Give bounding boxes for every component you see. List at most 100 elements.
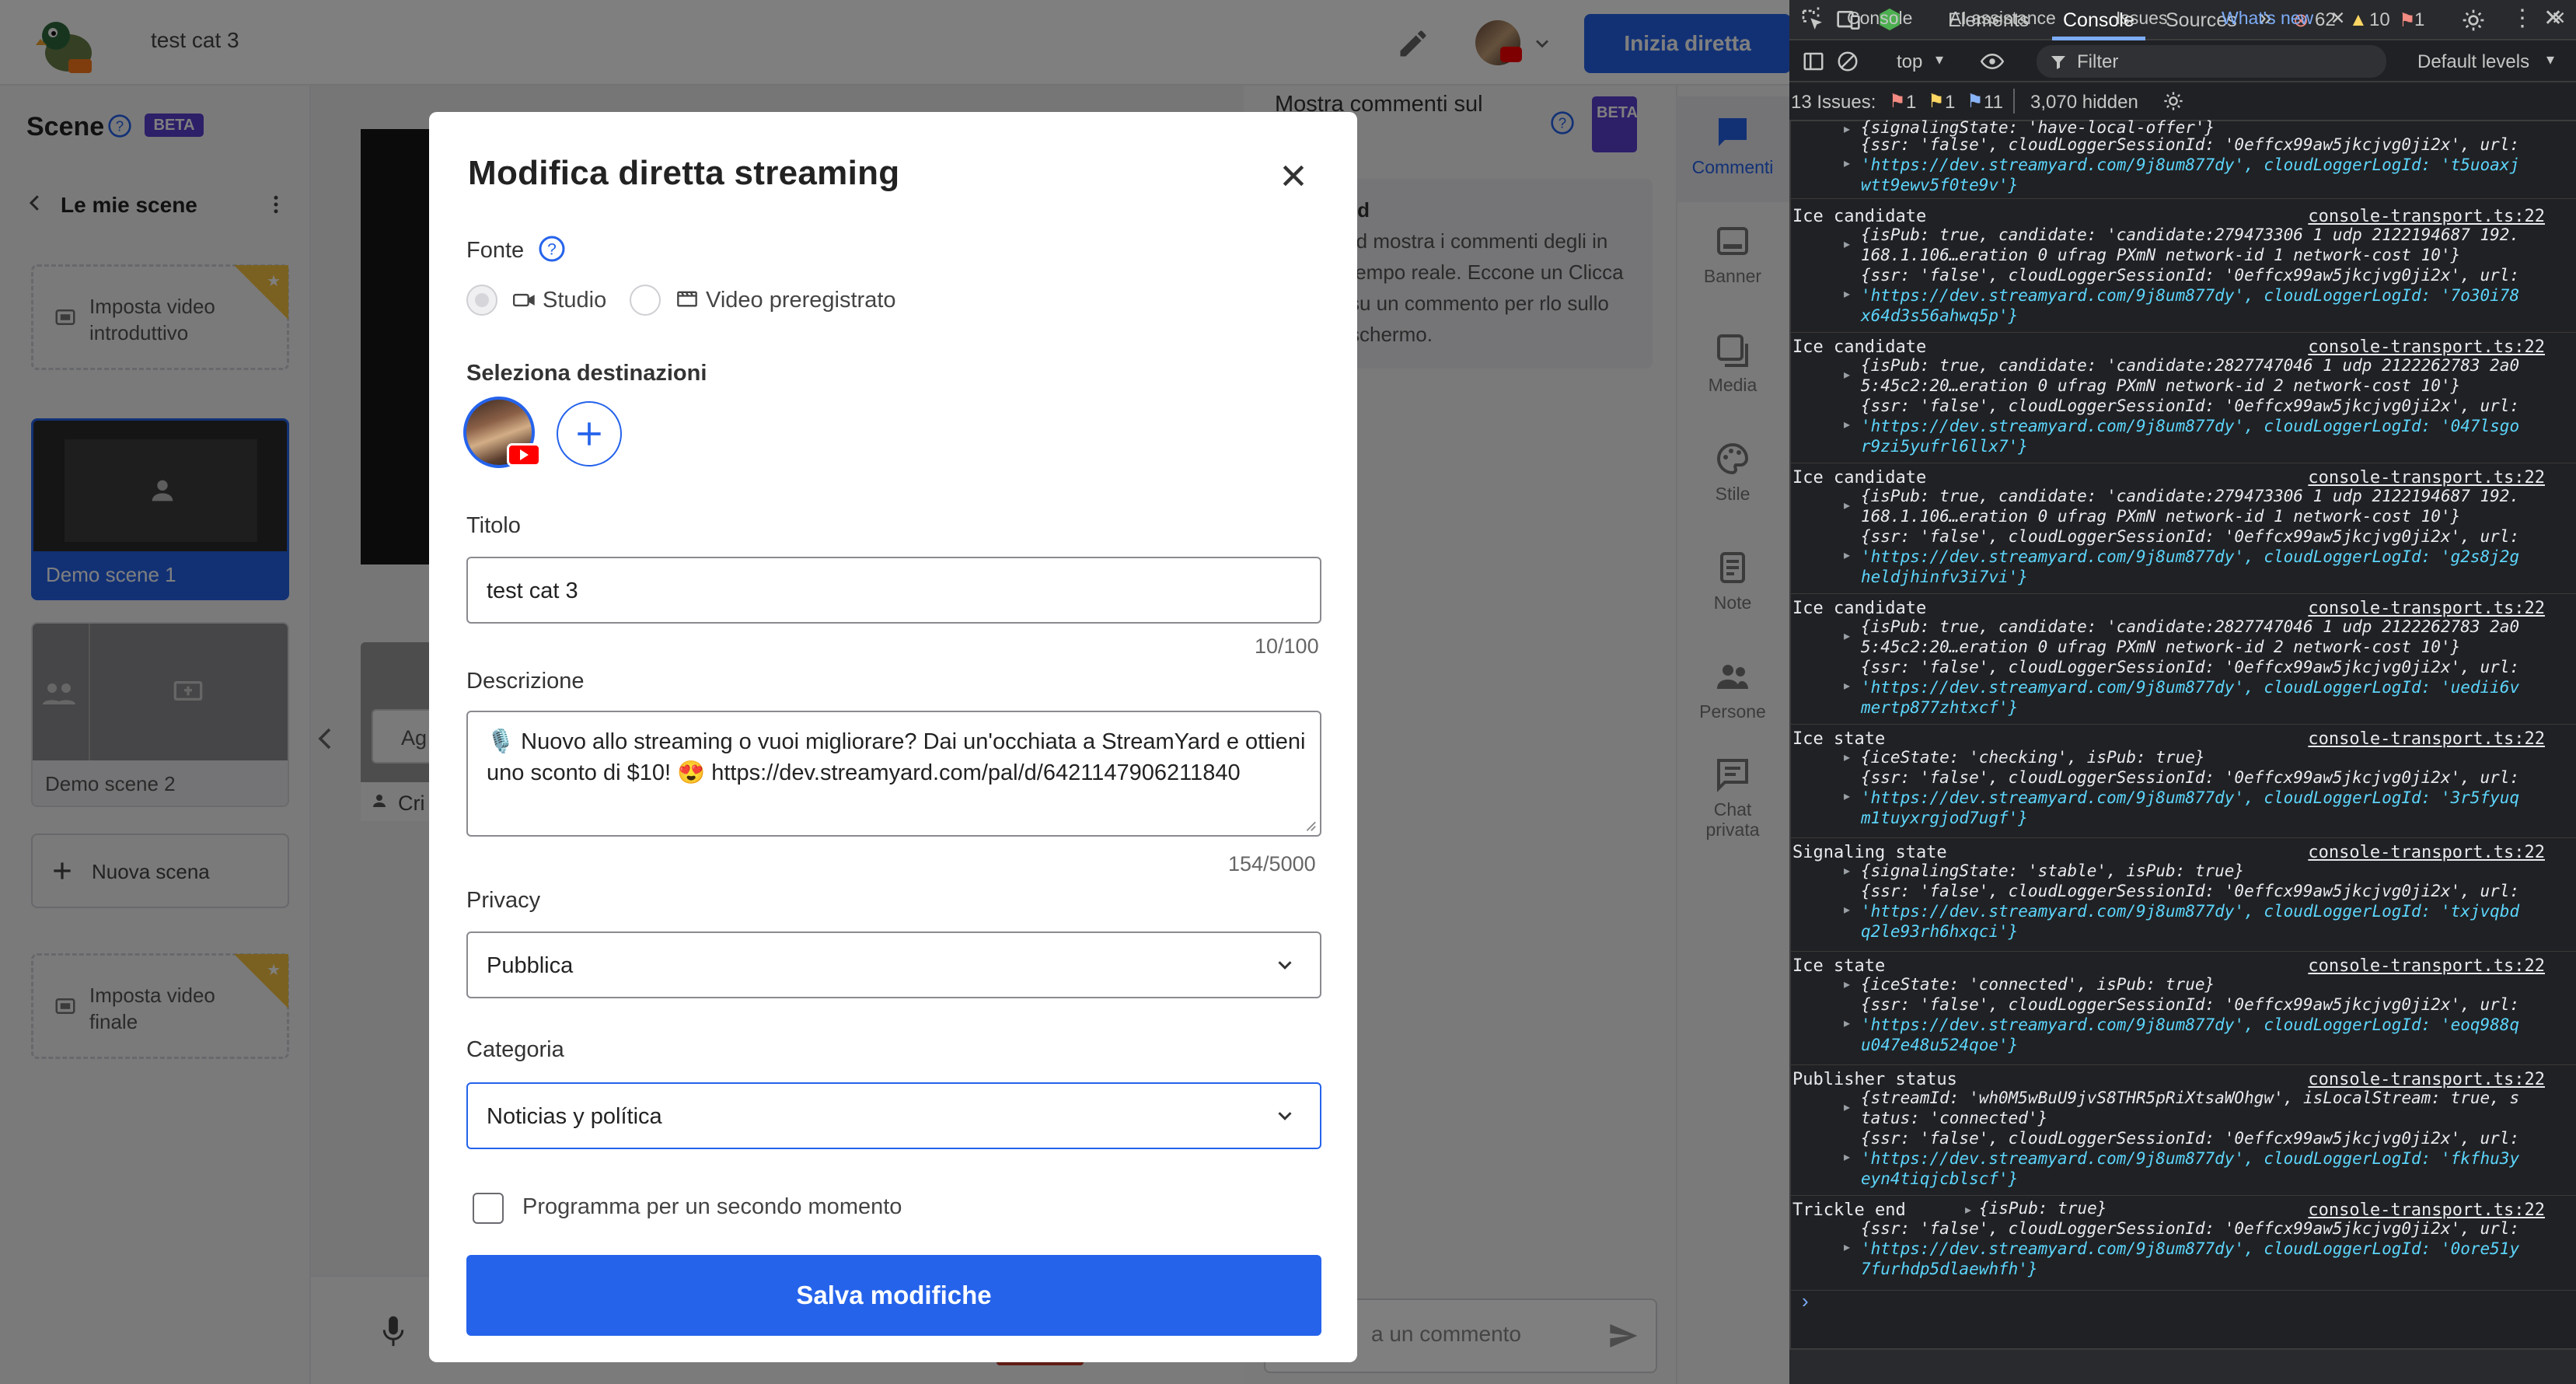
expand-triangle-icon[interactable]: ▸ [1844, 367, 1850, 383]
gear-icon[interactable] [2461, 8, 2486, 33]
expand-triangle-icon[interactable]: ▸ [1844, 1099, 1850, 1115]
expand-triangle-icon[interactable]: ▸ [1844, 121, 1850, 137]
context-selector[interactable]: top [1897, 51, 1922, 73]
console-message[interactable]: Ice state console-transport.ts:22 ▸ {ice… [1789, 726, 2576, 838]
console-message[interactable]: Ice candidate console-transport.ts:22 ▸ … [1789, 204, 2576, 333]
log-line: {streamId: 'wh0M5wBuU9jvS8THR5pRiXtsaWOh… [1861, 1089, 2520, 1107]
clear-console-icon[interactable] [1836, 50, 1859, 73]
expand-triangle-icon[interactable]: ▸ [1844, 286, 1850, 302]
log-line: x64d3s56ahwq5p'} [1861, 306, 2019, 325]
log-line: {ssr: 'false', cloudLoggerSessionId: '0e… [1861, 1219, 2520, 1238]
issues-error-count[interactable]: 1 [1906, 92, 1916, 114]
schedule-checkbox[interactable] [473, 1193, 504, 1224]
drawer-tab-console[interactable]: Console [1847, 8, 1912, 29]
log-source-link[interactable]: console-transport.ts:22 [2308, 1070, 2545, 1089]
console-message[interactable]: Ice candidate console-transport.ts:22 ▸ … [1789, 334, 2576, 463]
caret-down-icon[interactable]: ▾ [1935, 50, 1943, 69]
log-source-link[interactable]: console-transport.ts:22 [2308, 599, 2545, 618]
console-message[interactable]: Ice candidate console-transport.ts:22 ▸ … [1789, 465, 2576, 594]
issue-badge-count[interactable]: 1 [2414, 9, 2424, 31]
title-input[interactable]: test cat 3 [466, 557, 1321, 624]
expand-triangle-icon[interactable]: ▸ [1844, 628, 1850, 644]
expand-triangle-icon[interactable]: ▸ [1844, 417, 1850, 432]
privacy-select[interactable]: Pubblica [466, 931, 1321, 998]
drawer-tab-whats-new[interactable]: What's new [2222, 8, 2313, 29]
save-changes-button[interactable]: Salva modifiche [466, 1255, 1321, 1336]
expand-triangle-icon[interactable]: ▸ [1844, 1149, 1850, 1165]
warning-icon[interactable]: ▲ [2349, 9, 2368, 31]
expand-triangle-icon[interactable]: ▸ [1844, 236, 1850, 252]
schedule-label[interactable]: Programma per un secondo momento [522, 1194, 902, 1220]
resize-handle-icon[interactable] [1303, 818, 1317, 832]
log-title: Signaling state [1792, 843, 1947, 862]
kebab-menu-icon[interactable]: ⋮ [1808, 3, 1828, 27]
expand-triangle-icon[interactable]: ▸ [1844, 750, 1850, 765]
log-line: 'https://dev.streamyard.com/9j8um877dy',… [1861, 286, 2520, 305]
log-source-link[interactable]: console-transport.ts:22 [2308, 468, 2545, 488]
close-icon[interactable]: ✕ [2330, 8, 2345, 29]
expand-triangle-icon[interactable]: ▸ [1844, 678, 1850, 694]
expand-triangle-icon[interactable]: ▸ [1844, 902, 1850, 917]
log-source-link[interactable]: console-transport.ts:22 [2308, 337, 2545, 357]
console-message[interactable]: Publisher status console-transport.ts:22… [1789, 1067, 2576, 1196]
issues-warning-count[interactable]: 1 [1945, 92, 1955, 114]
warning-count[interactable]: 10 [2369, 9, 2390, 31]
log-line: {signalingState: 'stable', isPub: true} [1861, 862, 2245, 880]
expand-triangle-icon[interactable]: ▸ [1844, 788, 1850, 804]
expand-triangle-icon[interactable]: ▸ [1844, 977, 1850, 992]
log-line: 'https://dev.streamyard.com/9j8um877dy',… [1861, 1015, 2520, 1034]
source-radio-prerecorded[interactable] [630, 285, 661, 316]
log-line: {ssr: 'false', cloudLoggerSessionId: '0e… [1861, 397, 2520, 415]
log-source-link[interactable]: console-transport.ts:22 [2308, 207, 2545, 226]
console-message[interactable]: Ice candidate console-transport.ts:22 ▸ … [1789, 596, 2576, 725]
log-line: {ssr: 'false', cloudLoggerSessionId: '0e… [1861, 527, 2520, 546]
kebab-menu-icon[interactable]: ⋮ [2511, 5, 2534, 32]
caret-down-icon[interactable]: ▾ [2546, 50, 2554, 69]
drawer-tab-issues[interactable]: Issues [2116, 8, 2167, 29]
console-prompt-icon[interactable]: › [1802, 1289, 1809, 1313]
log-line: {isPub: true} [1979, 1199, 2107, 1218]
source-radio-studio[interactable] [466, 285, 497, 316]
drawer-tab-ai-assistance[interactable]: AI assistance [1949, 8, 2056, 29]
source-prerecorded-label: Video preregistrato [706, 288, 896, 313]
console-message[interactable]: Signaling state console-transport.ts:22 … [1789, 840, 2576, 952]
log-line: {ssr: 'false', cloudLoggerSessionId: '0e… [1861, 1129, 2520, 1148]
log-line: 'https://dev.streamyard.com/9j8um877dy',… [1861, 902, 2520, 921]
log-title: Ice state [1792, 956, 1886, 976]
close-icon[interactable] [1278, 160, 1309, 191]
expand-triangle-icon[interactable]: ▸ [1844, 547, 1850, 563]
expand-triangle-icon[interactable]: ▸ [1844, 863, 1850, 879]
log-line: {iceState: 'connected', isPub: true} [1861, 975, 2215, 994]
issues-info-count[interactable]: 11 [1984, 92, 2003, 114]
sidebar-toggle-icon[interactable] [1802, 50, 1825, 73]
category-select[interactable]: Noticias y política [466, 1082, 1321, 1149]
console-message[interactable]: Trickle end console-transport.ts:22 ▸ {i… [1789, 1197, 2576, 1291]
close-drawer-icon[interactable]: ✕ [2551, 8, 2566, 29]
description-value: 🎙️ Nuovo allo streaming o vuoi migliorar… [487, 729, 1306, 785]
log-source-link[interactable]: console-transport.ts:22 [2308, 956, 2545, 976]
chevron-down-icon [1278, 1112, 1292, 1120]
expand-triangle-icon[interactable]: ▸ [1965, 1202, 1971, 1218]
console-message[interactable]: ▸ {signalingState: 'have-local-offer'} {… [1789, 118, 2576, 199]
eye-icon[interactable] [1979, 50, 2005, 73]
log-levels-selector[interactable]: Default levels [2417, 51, 2529, 73]
log-line: eyn4tiqjcblscf'} [1861, 1169, 2019, 1188]
youtube-icon [507, 443, 541, 467]
issue-flag-icon[interactable]: ⚑ [2399, 9, 2416, 32]
expand-triangle-icon[interactable]: ▸ [1844, 1239, 1850, 1255]
log-line: 5:45c2:20…eration 0 ufrag PXmN network-i… [1861, 638, 2461, 656]
add-destination-button[interactable] [557, 401, 622, 467]
console-message[interactable]: Ice state console-transport.ts:22 ▸ {ice… [1789, 953, 2576, 1065]
issues-label[interactable]: 13 Issues: [1791, 92, 1876, 114]
log-line: {ssr: 'false', cloudLoggerSessionId: '0e… [1861, 768, 2520, 787]
log-source-link[interactable]: console-transport.ts:22 [2308, 1201, 2545, 1220]
expand-triangle-icon[interactable]: ▸ [1844, 1015, 1850, 1031]
log-source-link[interactable]: console-transport.ts:22 [2308, 729, 2545, 749]
gear-icon[interactable] [2162, 90, 2184, 112]
help-icon[interactable]: ? [538, 235, 566, 263]
log-title: Ice candidate [1792, 337, 1927, 357]
expand-triangle-icon[interactable]: ▸ [1844, 156, 1850, 171]
log-line: 'https://dev.streamyard.com/9j8um877dy',… [1861, 547, 2520, 566]
log-source-link[interactable]: console-transport.ts:22 [2308, 843, 2545, 862]
expand-triangle-icon[interactable]: ▸ [1844, 498, 1850, 513]
